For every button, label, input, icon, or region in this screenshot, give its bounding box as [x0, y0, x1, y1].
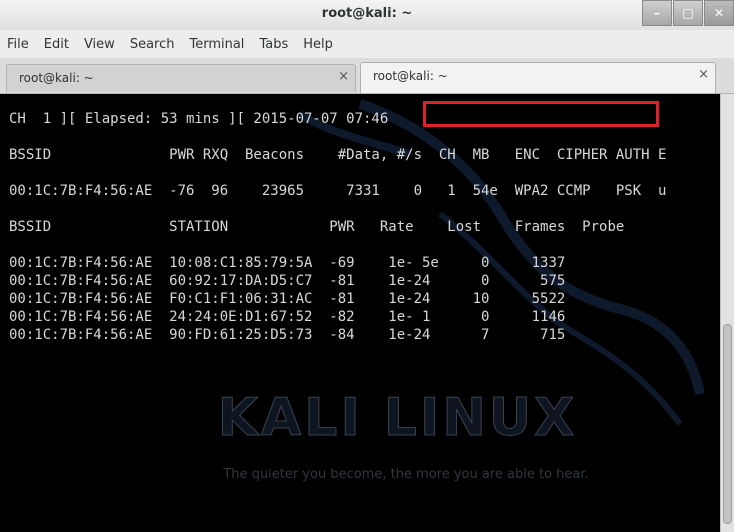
terminal-line: BSSID PWR RXQ Beacons #Data, #/s CH MB E…	[9, 147, 667, 163]
tab-2-close-icon[interactable]: ×	[698, 67, 709, 82]
kali-tagline: The quieter you become, the more you are…	[223, 467, 589, 482]
kali-linux-logo: KALI LINUX	[217, 388, 578, 449]
menu-edit[interactable]: Edit	[37, 37, 77, 52]
scrollbar-thumb[interactable]	[723, 324, 732, 524]
terminal-line: BSSID STATION PWR Rate Lost Frames Probe	[9, 219, 625, 235]
terminal-line: 00:1C:7B:F4:56:AE 24:24:0E:D1:67:52 -82 …	[9, 309, 566, 325]
tab-1-label: root@kali: ~	[19, 71, 94, 85]
terminal-area[interactable]: KALI LINUX The quieter you become, the m…	[0, 94, 720, 532]
menu-terminal[interactable]: Terminal	[182, 37, 252, 52]
maximize-icon[interactable]: □	[673, 0, 703, 26]
tab-1[interactable]: root@kali: ~ ×	[6, 64, 356, 92]
window-controls: – □ ✕	[641, 0, 734, 28]
redaction-highlight-box	[423, 101, 659, 127]
terminal-line: 00:1C:7B:F4:56:AE 60:92:17:DA:D5:C7 -81 …	[9, 273, 566, 289]
terminal-line: CH 1 ][ Elapsed: 53 mins ][ 2015-07-07 0…	[9, 111, 389, 127]
tab-1-close-icon[interactable]: ×	[338, 69, 349, 84]
tab-2-label: root@kali: ~	[373, 69, 448, 83]
terminal-scrollbar[interactable]	[720, 94, 734, 532]
menu-tabs[interactable]: Tabs	[252, 37, 296, 52]
tab-bar: root@kali: ~ × root@kali: ~ ×	[0, 58, 734, 94]
tab-2-active[interactable]: root@kali: ~ ×	[360, 62, 716, 93]
menu-view[interactable]: View	[77, 37, 123, 52]
terminal-line: 00:1C:7B:F4:56:AE -76 96 23965 7331 0 1 …	[9, 183, 667, 199]
terminal-line: 00:1C:7B:F4:56:AE F0:C1:F1:06:31:AC -81 …	[9, 291, 566, 307]
minimize-icon[interactable]: –	[642, 0, 672, 26]
menu-file[interactable]: File	[0, 37, 37, 52]
terminal-line: 00:1C:7B:F4:56:AE 90:FD:61:25:D5:73 -84 …	[9, 327, 566, 343]
menu-search[interactable]: Search	[123, 37, 183, 52]
window-titlebar[interactable]: root@kali: ~ – □ ✕	[0, 0, 734, 30]
close-icon[interactable]: ✕	[704, 0, 734, 26]
menu-bar: File Edit View Search Terminal Tabs Help	[0, 30, 734, 58]
terminal-line: 00:1C:7B:F4:56:AE 10:08:C1:85:79:5A -69 …	[9, 255, 566, 271]
window-title: root@kali: ~	[321, 6, 413, 21]
menu-help[interactable]: Help	[296, 37, 341, 52]
